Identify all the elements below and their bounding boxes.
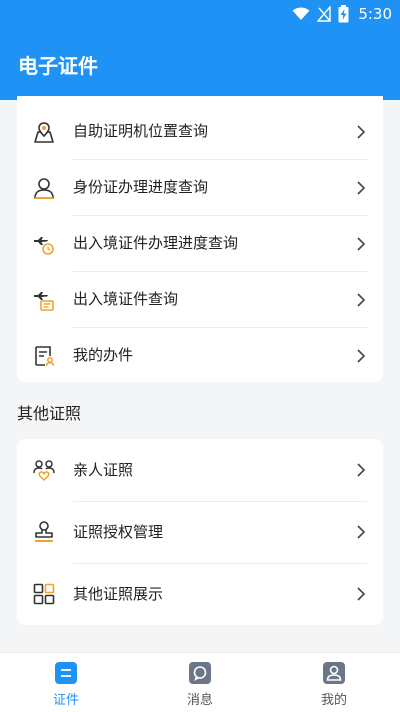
- grid-icon: [32, 582, 56, 606]
- services-list: 自助证明机位置查询 身份证办理进度查询 出入境证件办理进度查询 出入境证件查询 …: [17, 96, 383, 382]
- list-item-kiosk-location[interactable]: 自助证明机位置查询: [17, 104, 383, 160]
- other-certificates-list: 亲人证照 证照授权管理 其他证照展示: [17, 439, 383, 625]
- list-item-family-certificates[interactable]: 亲人证照: [17, 439, 383, 501]
- list-item-exit-entry-query[interactable]: 出入境证件查询: [17, 272, 383, 328]
- tab-label: 消息: [186, 693, 213, 708]
- app-header: 5:30 电子证件: [0, 0, 400, 100]
- profile-icon: [323, 662, 345, 684]
- stamp-icon: [32, 520, 56, 544]
- plane-doc-icon: [32, 288, 56, 312]
- chevron-right-icon: [357, 237, 366, 251]
- chevron-right-icon: [357, 463, 366, 477]
- list-item-label: 出入境证件查询: [73, 290, 179, 308]
- plane-clock-icon: [32, 232, 56, 256]
- page-title: 电子证件: [18, 54, 98, 78]
- document-user-icon: [32, 344, 56, 368]
- section-title-other-certificates: 其他证照: [17, 404, 82, 423]
- list-item-label: 身份证办理进度查询: [73, 178, 209, 196]
- tab-label: 我的: [320, 693, 347, 708]
- bottom-tab-bar: 证件 消息 我的: [0, 652, 400, 712]
- tab-label: 证件: [52, 693, 79, 708]
- map-pin-icon: [32, 120, 56, 144]
- signal-off-icon: [317, 6, 332, 22]
- tab-mine[interactable]: 我的: [284, 653, 384, 712]
- chevron-right-icon: [357, 293, 366, 307]
- id-card-icon: [55, 662, 77, 684]
- list-item-other-certificates-display[interactable]: 其他证照展示: [17, 563, 383, 625]
- list-item-my-cases[interactable]: 我的办件: [17, 328, 383, 384]
- tab-certificates[interactable]: 证件: [16, 653, 116, 712]
- list-item-label: 自助证明机位置查询: [73, 122, 209, 140]
- status-time: 5:30: [358, 5, 392, 23]
- list-item-label: 出入境证件办理进度查询: [73, 234, 239, 252]
- tab-messages[interactable]: 消息: [150, 653, 250, 712]
- status-bar: 5:30: [0, 0, 400, 28]
- wifi-icon: [292, 7, 310, 20]
- list-item-label: 其他证照展示: [73, 585, 164, 603]
- list-item-label: 证照授权管理: [73, 523, 164, 541]
- chevron-right-icon: [357, 587, 366, 601]
- list-item-label: 我的办件: [73, 346, 134, 364]
- chevron-right-icon: [357, 125, 366, 139]
- list-item-authorization-management[interactable]: 证照授权管理: [17, 501, 383, 563]
- chevron-right-icon: [357, 181, 366, 195]
- message-icon: [189, 662, 211, 684]
- family-heart-icon: [32, 458, 56, 482]
- battery-charging-icon: [338, 5, 349, 23]
- list-item-label: 亲人证照: [73, 461, 134, 479]
- list-item-id-progress[interactable]: 身份证办理进度查询: [17, 160, 383, 216]
- chevron-right-icon: [357, 525, 366, 539]
- chevron-right-icon: [357, 349, 366, 363]
- list-item-exit-entry-progress[interactable]: 出入境证件办理进度查询: [17, 216, 383, 272]
- person-icon: [32, 176, 56, 200]
